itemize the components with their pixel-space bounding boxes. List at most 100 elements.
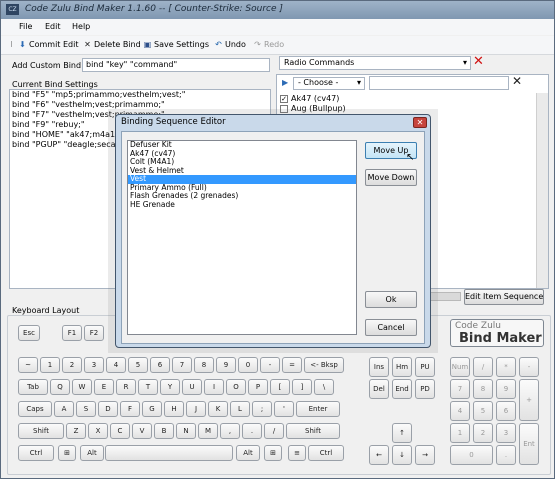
checkbox-icon[interactable]: ✓ xyxy=(280,94,288,103)
key-row2[interactable]: I xyxy=(204,379,224,395)
right-arrow-key[interactable]: → xyxy=(415,445,435,465)
menu-edit[interactable]: Edit xyxy=(45,22,61,31)
key-row1[interactable]: - xyxy=(260,357,280,373)
key-numpad[interactable]: 4 xyxy=(450,401,470,421)
key-backspace[interactable]: <- Bksp xyxy=(304,357,344,373)
key-row4[interactable]: / xyxy=(264,423,284,439)
key-numpad[interactable]: - xyxy=(519,357,539,377)
key-numpad[interactable]: 7 xyxy=(450,379,470,399)
key-row3[interactable]: ' xyxy=(274,401,294,417)
key-row4[interactable]: B xyxy=(154,423,174,439)
command-search-input[interactable] xyxy=(369,76,509,90)
windows-key-icon[interactable]: ⊞ xyxy=(58,445,76,461)
key-row4[interactable]: C xyxy=(110,423,130,439)
key-row1[interactable]: 9 xyxy=(216,357,236,373)
key-nav[interactable]: Ins xyxy=(369,357,389,377)
custom-bind-input[interactable]: bind "key" "command" xyxy=(82,58,270,72)
key-row3[interactable]: A xyxy=(54,401,74,417)
key-numpad[interactable]: . xyxy=(496,445,516,465)
key-numpad[interactable]: 8 xyxy=(473,379,493,399)
key-row1[interactable]: 2 xyxy=(62,357,82,373)
key-row4[interactable]: , xyxy=(220,423,240,439)
clear-search-icon[interactable]: ✕ xyxy=(512,75,522,88)
key-space[interactable] xyxy=(105,445,233,461)
key-row4[interactable]: . xyxy=(242,423,262,439)
close-icon[interactable]: ✕ xyxy=(413,117,427,128)
menu-file[interactable]: File xyxy=(19,22,32,31)
key-row2[interactable]: O xyxy=(226,379,246,395)
key-row1[interactable]: 5 xyxy=(128,357,148,373)
key-numpad[interactable]: Num xyxy=(450,357,470,377)
key-row2[interactable]: P xyxy=(248,379,268,395)
key-row2[interactable]: \ xyxy=(314,379,334,395)
sequence-list[interactable]: Defuser Kit Ak47 (cv47) Colt (M4A1) Vest… xyxy=(127,140,357,335)
key-row1[interactable]: 7 xyxy=(172,357,192,373)
list-item[interactable]: Vest & Helmet xyxy=(128,166,356,176)
key-row4[interactable]: M xyxy=(198,423,218,439)
key-row1[interactable]: = xyxy=(282,357,302,373)
left-arrow-key[interactable]: ← xyxy=(369,445,389,465)
commands-select[interactable]: Radio Commands ▾ xyxy=(279,56,471,70)
menu-key-icon[interactable]: ≡ xyxy=(288,445,306,461)
key-numpad[interactable]: * xyxy=(496,357,516,377)
key-row1[interactable]: 4 xyxy=(106,357,126,373)
commit-edit-button[interactable]: ⁝ ⬇ Commit Edit xyxy=(7,40,78,49)
key-row2[interactable]: T xyxy=(138,379,158,395)
key-row2[interactable]: R xyxy=(116,379,136,395)
key-row2[interactable]: E xyxy=(94,379,114,395)
move-down-button[interactable]: Move Down xyxy=(365,169,417,186)
key-row2[interactable]: W xyxy=(72,379,92,395)
key-row3[interactable]: ; xyxy=(252,401,272,417)
redo-button[interactable]: ↷ Redo xyxy=(253,40,284,49)
key-esc[interactable]: Esc xyxy=(18,325,40,341)
key-numpad[interactable]: 3 xyxy=(496,423,516,443)
key-nav[interactable]: PU xyxy=(415,357,435,377)
key-numpad[interactable]: / xyxy=(473,357,493,377)
key-row3[interactable]: J xyxy=(186,401,206,417)
key-nav[interactable]: PD xyxy=(415,379,435,399)
cancel-button[interactable]: Cancel xyxy=(365,319,417,336)
key-row3[interactable]: D xyxy=(98,401,118,417)
key-alt[interactable]: Alt xyxy=(80,445,104,461)
key-caps[interactable]: Caps xyxy=(18,401,52,417)
clear-commands-icon[interactable]: ✕ xyxy=(473,54,484,69)
key-row3[interactable]: L xyxy=(230,401,250,417)
key-numpad[interactable]: 2 xyxy=(473,423,493,443)
key-ctrl[interactable]: Ctrl xyxy=(18,445,54,461)
save-settings-button[interactable]: ▣ Save Settings xyxy=(143,40,209,49)
key-row1[interactable]: 3 xyxy=(84,357,104,373)
key-numpad[interactable]: + xyxy=(519,379,539,421)
down-arrow-key[interactable]: ↓ xyxy=(392,445,412,465)
key-row2[interactable]: [ xyxy=(270,379,290,395)
key-row2[interactable]: ] xyxy=(292,379,312,395)
key-row4[interactable]: Z xyxy=(66,423,86,439)
list-item[interactable]: ✓ Ak47 (cv47) xyxy=(280,94,339,103)
key-nav[interactable]: End xyxy=(392,379,412,399)
key-row1[interactable]: 0 xyxy=(238,357,258,373)
key-tab[interactable]: Tab xyxy=(18,379,48,395)
key-f2[interactable]: F2 xyxy=(84,325,104,341)
list-item[interactable]: HE Grenade xyxy=(128,200,356,210)
key-shift[interactable]: Shift xyxy=(18,423,64,439)
key-row3[interactable]: G xyxy=(142,401,162,417)
key-row4[interactable]: N xyxy=(176,423,196,439)
menu-help[interactable]: Help xyxy=(72,22,90,31)
key-numpad[interactable]: 9 xyxy=(496,379,516,399)
ok-button[interactable]: Ok xyxy=(365,291,417,308)
key-ctrl[interactable]: Ctrl xyxy=(308,445,344,461)
key-row4[interactable]: V xyxy=(132,423,152,439)
key-row1[interactable]: 1 xyxy=(40,357,60,373)
key-row1[interactable]: ~ xyxy=(18,357,38,373)
vertical-scrollbar[interactable] xyxy=(536,93,548,288)
choose-select[interactable]: - Choose - ▾ xyxy=(293,77,365,90)
key-nav[interactable]: Del xyxy=(369,379,389,399)
key-row2[interactable]: Y xyxy=(160,379,180,395)
key-enter[interactable]: Enter xyxy=(296,401,340,417)
edit-item-sequence-button[interactable]: Edit Item Sequence xyxy=(464,289,544,305)
key-row2[interactable]: Q xyxy=(50,379,70,395)
key-numpad[interactable]: 1 xyxy=(450,423,470,443)
key-row1[interactable]: 6 xyxy=(150,357,170,373)
delete-bind-button[interactable]: ✕ Delete Bind xyxy=(83,40,141,49)
key-row2[interactable]: U xyxy=(182,379,202,395)
up-arrow-key[interactable]: ↑ xyxy=(392,423,412,443)
